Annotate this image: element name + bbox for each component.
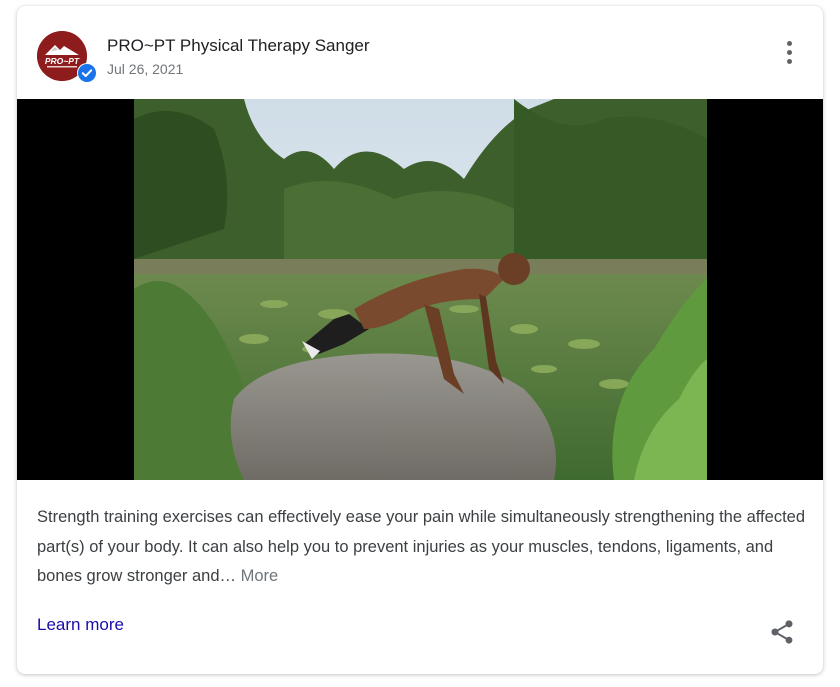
- pond-pushup-photo: [134, 99, 707, 480]
- post-date: Jul 26, 2021: [107, 61, 184, 77]
- post-description: Strength training exercises can effectiv…: [37, 503, 807, 592]
- post-card: PRO~PT PRO~PT Physical Therapy Sanger Ju…: [17, 6, 823, 674]
- more-link[interactable]: More: [241, 567, 279, 585]
- post-image[interactable]: [17, 99, 823, 480]
- share-icon[interactable]: [768, 618, 796, 646]
- more-vert-icon[interactable]: [777, 39, 801, 67]
- business-name[interactable]: PRO~PT Physical Therapy Sanger: [107, 36, 370, 56]
- learn-more-link[interactable]: Learn more: [37, 615, 124, 635]
- avatar-logo-text: PRO~PT: [45, 56, 80, 66]
- description-text: Strength training exercises can effectiv…: [37, 508, 806, 585]
- business-avatar[interactable]: PRO~PT: [37, 31, 97, 83]
- verified-check-icon: [77, 63, 97, 83]
- post-header: PRO~PT PRO~PT Physical Therapy Sanger Ju…: [17, 6, 823, 99]
